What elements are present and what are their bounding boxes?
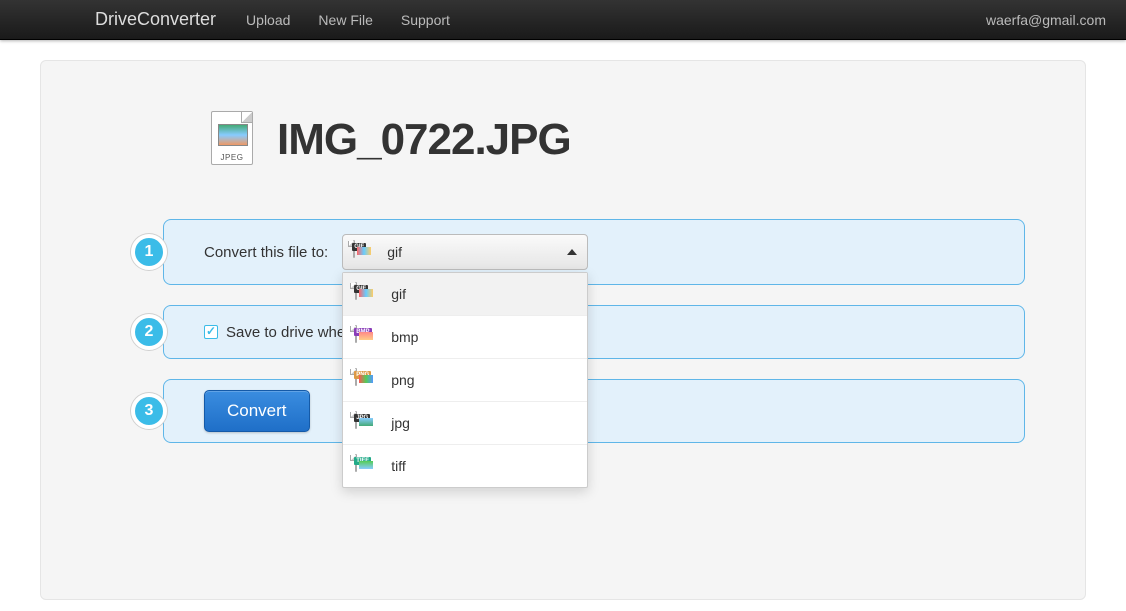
- format-option-label: jpg: [391, 415, 410, 431]
- steps: 1 Convert this file to: GIF gif: [131, 219, 1025, 443]
- file-name: IMG_0722.JPG: [277, 115, 571, 165]
- file-type-icon: JPEG: [211, 111, 257, 169]
- format-option-bmp[interactable]: BMP bmp: [343, 316, 587, 359]
- nav-support[interactable]: Support: [401, 12, 450, 28]
- step-2-box: Save to drive when done: [163, 305, 1025, 359]
- brand[interactable]: DriveConverter: [95, 9, 216, 30]
- tiff-icon: TIFF: [355, 455, 379, 477]
- png-icon: PNG: [355, 369, 379, 391]
- format-option-label: bmp: [391, 329, 418, 345]
- navbar: DriveConverter Upload New File Support w…: [0, 0, 1126, 40]
- caret-up-icon: [567, 249, 577, 255]
- format-option-label: tiff: [391, 458, 406, 474]
- gif-icon: GIF: [355, 283, 379, 305]
- navbar-left: DriveConverter Upload New File Support: [95, 9, 478, 30]
- step-1-box: Convert this file to: GIF gif GIF: [163, 219, 1025, 285]
- nav-new-file[interactable]: New File: [318, 12, 372, 28]
- format-selected-label: gif: [387, 244, 402, 260]
- nav-upload[interactable]: Upload: [246, 12, 290, 28]
- format-dropdown: GIF gif GIF gif BMP: [342, 234, 588, 270]
- format-option-tiff[interactable]: TIFF tiff: [343, 445, 587, 487]
- main: JPEG IMG_0722.JPG 1 Convert this file to…: [0, 40, 1126, 600]
- step-1-label: Convert this file to:: [204, 244, 328, 261]
- format-option-label: gif: [391, 286, 406, 302]
- format-dropdown-menu: GIF gif BMP bmp PNG png: [342, 272, 588, 488]
- format-option-png[interactable]: PNG png: [343, 359, 587, 402]
- format-option-jpg[interactable]: JPG jpg: [343, 402, 587, 445]
- jpg-icon: JPG: [355, 412, 379, 434]
- file-header: JPEG IMG_0722.JPG: [211, 111, 1025, 169]
- content-card: JPEG IMG_0722.JPG 1 Convert this file to…: [40, 60, 1086, 600]
- user-email[interactable]: waerfa@gmail.com: [986, 12, 1106, 28]
- file-type-label: JPEG: [212, 153, 252, 162]
- convert-button[interactable]: Convert: [204, 390, 310, 432]
- bmp-icon: BMP: [355, 326, 379, 348]
- format-option-gif[interactable]: GIF gif: [343, 273, 587, 316]
- step-3-badge: 3: [131, 393, 167, 429]
- step-1: 1 Convert this file to: GIF gif: [131, 219, 1025, 285]
- save-to-drive-checkbox[interactable]: [204, 325, 218, 339]
- format-dropdown-toggle[interactable]: GIF gif: [342, 234, 588, 270]
- format-option-label: png: [391, 372, 414, 388]
- step-2-badge: 2: [131, 314, 167, 350]
- format-selected-icon: GIF: [353, 241, 377, 263]
- step-1-badge: 1: [131, 234, 167, 270]
- step-3-box: Convert: [163, 379, 1025, 443]
